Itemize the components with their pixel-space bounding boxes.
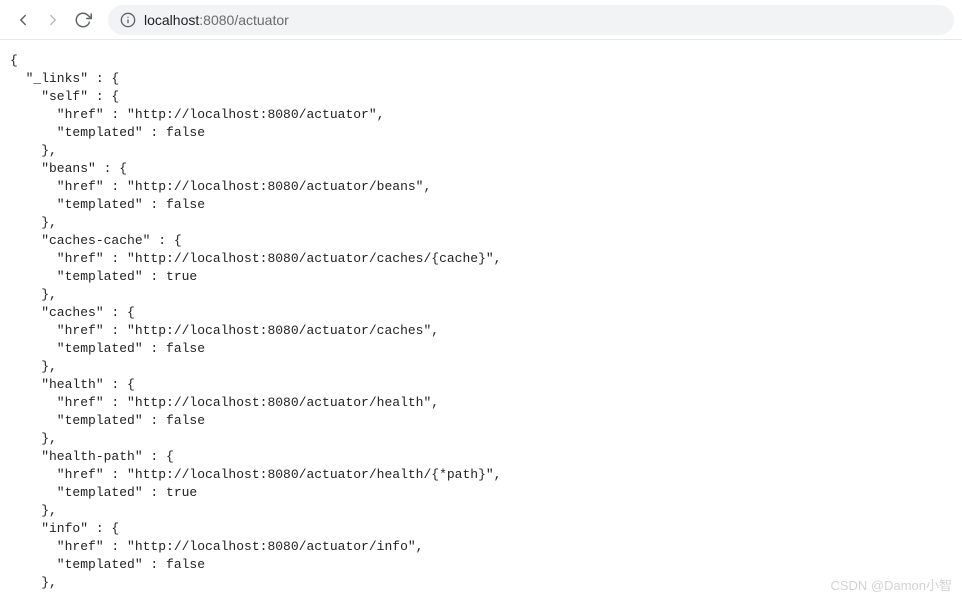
url-host: localhost (144, 12, 199, 28)
reload-button[interactable] (68, 5, 98, 35)
response-body: { "_links" : { "self" : { "href" : "http… (0, 40, 962, 604)
url-port: :8080 (199, 12, 234, 28)
forward-button[interactable] (38, 5, 68, 35)
arrow-left-icon (14, 11, 32, 29)
back-button[interactable] (8, 5, 38, 35)
reload-icon (74, 11, 92, 29)
address-bar[interactable]: localhost:8080/actuator (108, 5, 954, 35)
url-path: /actuator (234, 12, 288, 28)
url-text: localhost:8080/actuator (144, 12, 289, 28)
info-icon (120, 12, 136, 28)
arrow-right-icon (44, 11, 62, 29)
browser-toolbar: localhost:8080/actuator (0, 0, 962, 40)
